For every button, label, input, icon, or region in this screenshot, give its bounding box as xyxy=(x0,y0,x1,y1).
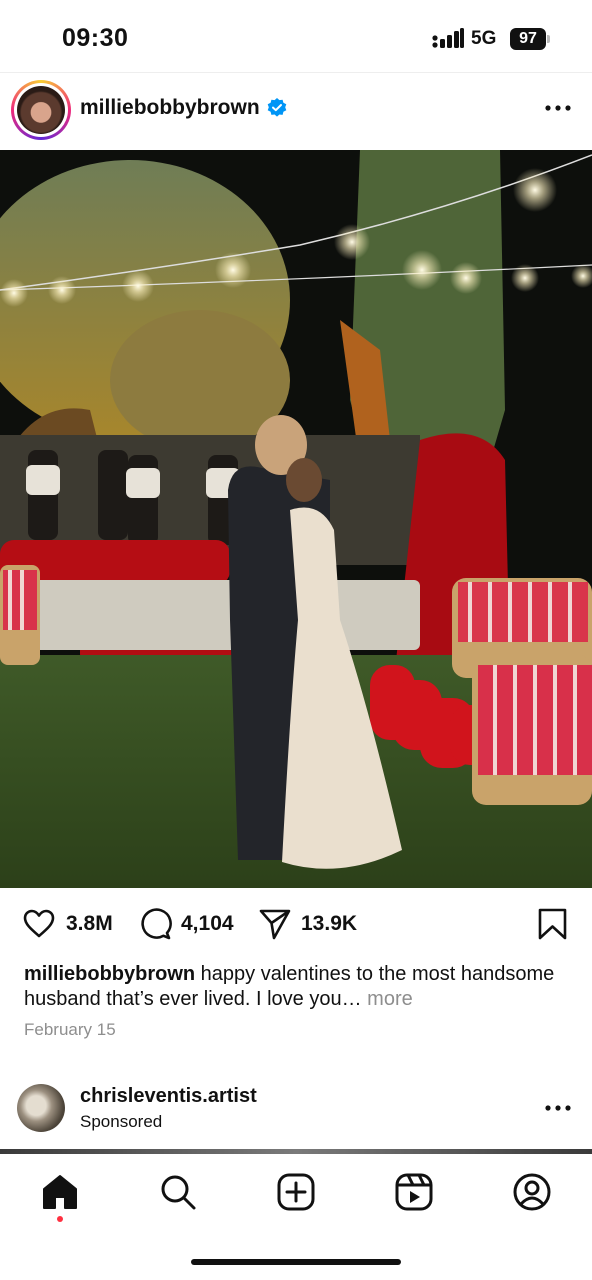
battery-level: 97 xyxy=(510,28,546,50)
post-date: February 15 xyxy=(24,1020,116,1039)
comment-icon[interactable] xyxy=(138,907,172,941)
reels-icon[interactable] xyxy=(394,1172,434,1212)
comment-count[interactable]: 4,104 xyxy=(181,912,234,936)
sponsored-username[interactable]: chrisleventis.artist xyxy=(80,1085,257,1108)
like-count[interactable]: 3.8M xyxy=(66,912,113,936)
profile-icon[interactable] xyxy=(512,1172,552,1212)
home-icon[interactable] xyxy=(40,1172,80,1212)
create-icon[interactable] xyxy=(276,1172,316,1212)
battery-icon: 97 xyxy=(510,28,550,50)
post-photo[interactable] xyxy=(0,150,592,888)
caption-more-link[interactable]: more xyxy=(362,988,413,1010)
sponsored-more-options-icon[interactable] xyxy=(544,1096,572,1120)
caption-username[interactable]: milliebobbybrown xyxy=(24,963,195,985)
bookmark-icon[interactable] xyxy=(536,907,570,941)
sponsored-label: Sponsored xyxy=(80,1112,163,1131)
post-caption: milliebobbybrown happy valentines to the… xyxy=(24,962,572,1012)
more-options-icon[interactable] xyxy=(544,96,572,120)
home-active-indicator xyxy=(57,1216,63,1222)
search-icon[interactable] xyxy=(158,1172,198,1212)
home-indicator-bar[interactable] xyxy=(191,1259,401,1265)
share-count[interactable]: 13.9K xyxy=(301,912,357,936)
header-divider xyxy=(0,72,592,73)
signal-icon xyxy=(432,28,464,48)
status-time: 09:30 xyxy=(62,24,129,52)
sponsored-avatar[interactable] xyxy=(17,1084,65,1132)
network-type: 5G xyxy=(471,28,497,49)
post-avatar[interactable] xyxy=(11,80,71,140)
verified-badge-icon xyxy=(267,98,287,117)
share-send-icon[interactable] xyxy=(258,907,292,941)
post-username[interactable]: milliebobbybrown xyxy=(80,96,260,120)
like-heart-icon[interactable] xyxy=(22,907,56,941)
